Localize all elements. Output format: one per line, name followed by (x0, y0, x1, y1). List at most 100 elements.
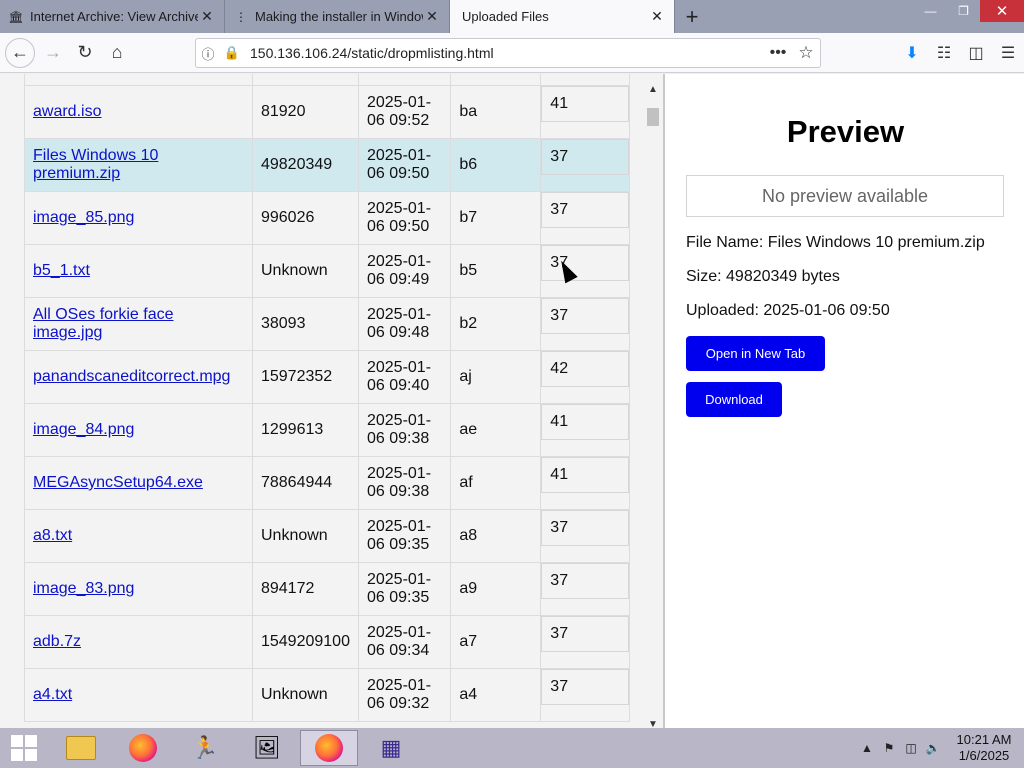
home-button[interactable]: ⌂ (101, 37, 133, 69)
close-tab-icon[interactable]: ✕ (423, 8, 441, 26)
close-tab-icon[interactable]: ✕ (198, 8, 216, 26)
open-in-new-tab-button[interactable]: Open in New Tab (686, 336, 825, 371)
file-number-cell: 41 (540, 456, 630, 510)
tab-making-installer[interactable]: ⋮ Making the installer in Windows ✕ (225, 0, 450, 33)
taskbar: 🏃 🖼 ▦ ▲ ⚑ ◫ 🔈 10:21 AM 1/6/2025 (0, 728, 1024, 768)
reload-button[interactable]: ↻ (69, 37, 101, 69)
table-row[interactable]: a4.txt Unknown 2025-01-06 09:32 a4 37 (24, 668, 630, 722)
file-link[interactable]: image_83.png (33, 580, 244, 598)
file-link[interactable]: panandscaneditcorrect.mpg (33, 368, 244, 386)
minimize-icon[interactable]: — (914, 0, 947, 22)
number-field[interactable]: 37 (541, 510, 629, 546)
file-size-cell: 996026 (251, 191, 359, 245)
bookmark-star-icon[interactable]: ☆ (792, 43, 820, 63)
file-number-cell: 41 (540, 85, 630, 139)
window-controls: — ❐ ✕ (914, 0, 1024, 22)
photo-app-button[interactable]: 🖼 (238, 730, 296, 766)
firefox-active-taskbar-button[interactable] (300, 730, 358, 766)
file-number-cell: 37 (540, 509, 630, 563)
file-link[interactable]: adb.7z (33, 633, 244, 651)
number-field[interactable]: 41 (541, 404, 629, 440)
file-name-cell: a4.txt (24, 668, 253, 722)
tab-title: Uploaded Files (462, 9, 549, 24)
scroll-thumb[interactable] (647, 108, 659, 126)
runner-app-button[interactable]: 🏃 (176, 730, 234, 766)
close-tab-icon[interactable]: ✕ (648, 8, 666, 26)
table-row[interactable]: image_83.png 894172 2025-01-06 09:35 a9 37 (24, 562, 630, 616)
number-field[interactable]: 37 (541, 563, 629, 599)
tab-uploaded-files[interactable]: Uploaded Files ✕ (450, 0, 675, 33)
file-code-cell: ba (450, 85, 542, 139)
page-actions-icon[interactable]: ••• (764, 44, 792, 62)
file-size-cell: 38093 (251, 297, 359, 351)
file-link[interactable]: image_84.png (33, 421, 244, 439)
table-row[interactable]: image_84.png 1299613 2025-01-06 09:38 ae 41 (24, 403, 630, 457)
scroll-up-icon[interactable]: ▲ (648, 84, 658, 95)
number-field[interactable]: 42 (541, 351, 629, 387)
start-button[interactable] (0, 730, 48, 766)
file-explorer-button[interactable] (52, 730, 110, 766)
flag-icon[interactable]: ⚑ (878, 741, 900, 755)
number-field[interactable]: 41 (541, 86, 629, 122)
file-link[interactable]: MEGAsyncSetup64.exe (33, 474, 244, 492)
insecure-lock-icon[interactable]: 🔒 (220, 45, 244, 61)
file-date-cell: 2025-01-06 09:50 (357, 191, 452, 245)
site-info-icon[interactable]: ⓘ (196, 44, 220, 63)
table-row[interactable]: image_85.png 996026 2025-01-06 09:50 b7 37 (24, 191, 630, 245)
chip-app-button[interactable]: ▦ (362, 730, 420, 766)
url-text[interactable]: 150.136.106.24/static/dropmlisting.html (244, 45, 764, 61)
table-row[interactable]: panandscaneditcorrect.mpg 15972352 2025-01… (24, 350, 630, 404)
tab-internet-archive[interactable]: 🏛 Internet Archive: View Archive ✕ (0, 0, 225, 33)
number-field[interactable]: 41 (541, 457, 629, 493)
close-window-icon[interactable]: ✕ (980, 0, 1024, 22)
table-row[interactable]: b5_1.txt Unknown 2025-01-06 09:49 b5 37 (24, 244, 630, 298)
menu-icon[interactable]: ☰ (992, 37, 1024, 69)
number-field[interactable]: 37 (541, 139, 629, 175)
table-row[interactable]: award.iso 81920 2025-01-06 09:52 ba 41 (24, 85, 630, 139)
file-link[interactable]: image_85.png (33, 209, 244, 227)
table-row[interactable]: All OSes forkie face image.jpg 38093 2025-… (24, 297, 630, 351)
clock-date: 1/6/2025 (958, 748, 1010, 763)
downloads-icon[interactable]: ⬇ (896, 37, 928, 69)
library-icon[interactable]: ☷ (928, 37, 960, 69)
volume-icon[interactable]: 🔈 (922, 741, 944, 755)
network-icon[interactable]: ◫ (900, 741, 922, 755)
scrollbar[interactable]: ▲ ▼ (645, 74, 661, 728)
file-number-cell: 37 (540, 668, 630, 722)
firefox-taskbar-button[interactable] (114, 730, 172, 766)
number-field[interactable]: 37 (541, 298, 629, 334)
number-field[interactable]: 37 (541, 616, 629, 652)
file-name-cell: a8.txt (24, 509, 253, 563)
file-date-cell: 2025-01-06 09:50 (357, 138, 452, 192)
scroll-down-icon[interactable]: ▼ (648, 719, 658, 728)
file-date-cell: 2025-01-06 09:34 (357, 615, 452, 669)
new-tab-button[interactable]: + (675, 0, 709, 33)
file-link[interactable]: b5_1.txt (33, 262, 244, 280)
file-date-cell: 2025-01-06 09:48 (357, 297, 452, 351)
download-button[interactable]: Download (686, 382, 782, 417)
number-field[interactable]: 37 (541, 192, 629, 228)
preview-pane: Preview No preview available File Name: … (667, 74, 1024, 728)
table-row[interactable]: adb.7z 1549209100 2025-01-06 09:34 a7 37 (24, 615, 630, 669)
file-name-cell: panandscaneditcorrect.mpg (24, 350, 253, 404)
file-link[interactable]: a4.txt (33, 686, 244, 704)
number-field[interactable]: 37 (541, 669, 629, 705)
table-row[interactable]: 15-53-18.png10000509:53bd (24, 74, 630, 86)
forward-button[interactable]: → (37, 37, 69, 69)
file-link[interactable]: a8.txt (33, 527, 244, 545)
sidebar-icon[interactable]: ◫ (960, 37, 992, 69)
file-link[interactable]: Files Windows 10 premium.zip (33, 147, 244, 183)
clock[interactable]: 10:21 AM 1/6/2025 (944, 732, 1024, 764)
tray-expand-icon[interactable]: ▲ (856, 741, 878, 755)
table-row[interactable]: a8.txt Unknown 2025-01-06 09:35 a8 37 (24, 509, 630, 563)
table-row[interactable]: Files Windows 10 premium.zip 49820349 2025… (24, 138, 630, 192)
file-number-cell: 37 (540, 562, 630, 616)
table-row[interactable]: MEGAsyncSetup64.exe 78864944 2025-01-06 09… (24, 456, 630, 510)
tab-title: Internet Archive: View Archive (30, 9, 198, 24)
file-link[interactable]: All OSes forkie face image.jpg (33, 306, 244, 342)
back-button[interactable]: ← (5, 37, 35, 68)
address-bar[interactable]: ⓘ 🔒 150.136.106.24/static/dropmlisting.h… (195, 38, 821, 68)
file-code-cell: b6 (450, 138, 542, 192)
restore-icon[interactable]: ❐ (947, 0, 980, 22)
file-link[interactable]: award.iso (33, 103, 244, 121)
